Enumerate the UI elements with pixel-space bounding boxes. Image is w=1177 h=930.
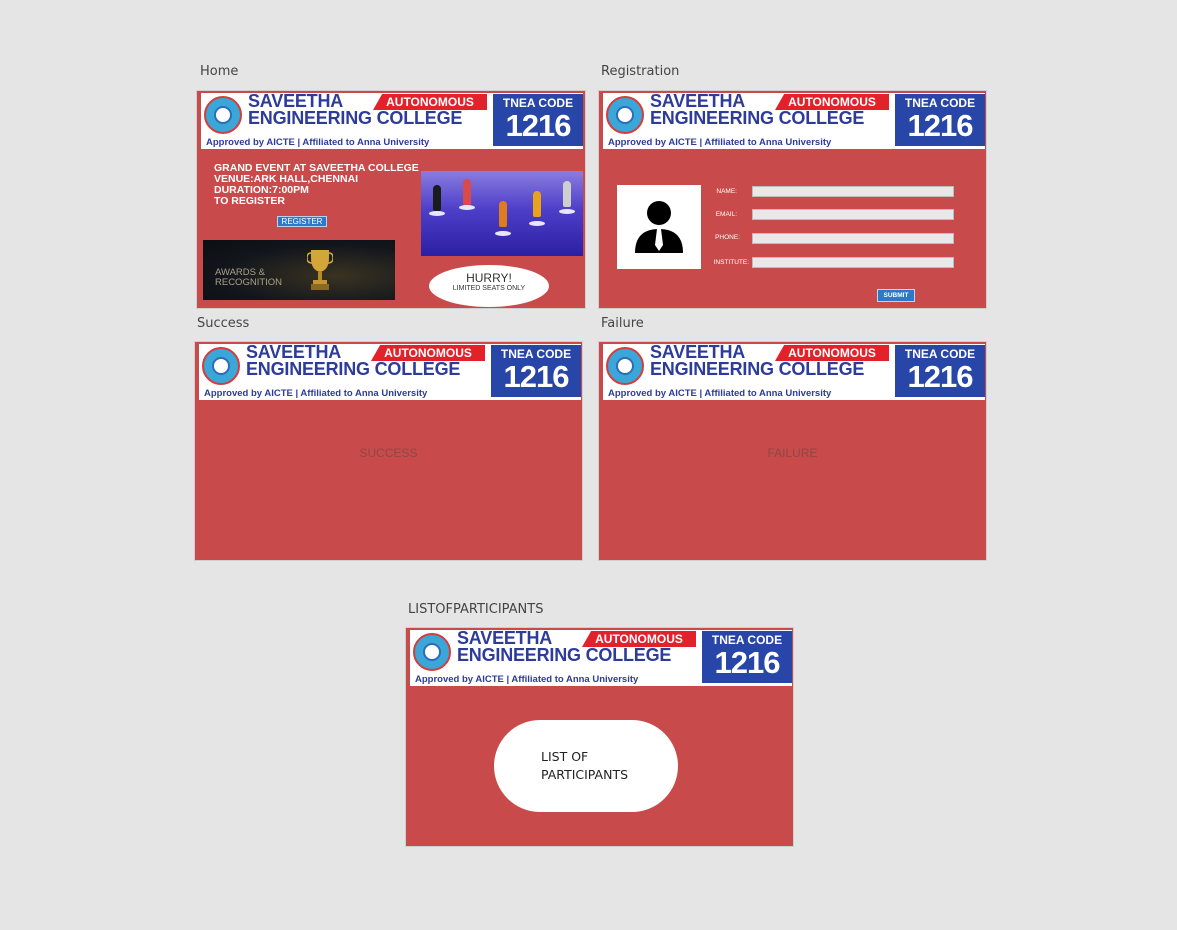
phone-field[interactable] — [752, 233, 954, 244]
name-label: NAME: — [716, 188, 737, 195]
college-seal-icon — [204, 96, 242, 134]
autonomous-badge: AUTONOMOUS — [775, 94, 889, 110]
frame-label-success: Success — [197, 316, 250, 331]
frame-success[interactable]: SAVEETHA ENGINEERING COLLEGE AUTONOMOUS A… — [194, 341, 583, 561]
college-banner: SAVEETHA ENGINEERING COLLEGE AUTONOMOUS A… — [199, 343, 581, 400]
trophy-icon — [307, 250, 333, 290]
college-banner: SAVEETHA ENGINEERING COLLEGE AUTONOMOUS A… — [201, 92, 583, 149]
email-field[interactable] — [752, 209, 954, 220]
participants-button-line1: LIST OF — [541, 749, 589, 764]
institute-field[interactable] — [752, 257, 954, 268]
tnea-code-badge: TNEA CODE 1216 — [491, 345, 581, 397]
frame-participants[interactable]: SAVEETHA ENGINEERING COLLEGE AUTONOMOUS A… — [405, 627, 794, 847]
college-seal-icon — [606, 347, 644, 385]
college-banner: SAVEETHA ENGINEERING COLLEGE AUTONOMOUS A… — [410, 629, 792, 686]
college-seal-icon — [606, 96, 644, 134]
frame-label-home: Home — [200, 64, 239, 79]
college-seal-icon — [413, 633, 451, 671]
approval-text: Approved by AICTE | Affiliated to Anna U… — [204, 388, 428, 399]
failure-message: FAILURE — [767, 446, 818, 460]
autonomous-badge: AUTONOMOUS — [371, 345, 485, 361]
frame-label-participants: LISTOFPARTICIPANTS — [408, 602, 544, 617]
college-banner: SAVEETHA ENGINEERING COLLEGE AUTONOMOUS A… — [603, 92, 985, 149]
college-seal-icon — [202, 347, 240, 385]
approval-text: Approved by AICTE | Affiliated to Anna U… — [608, 137, 832, 148]
awards-text: AWARDS & RECOGNITION — [215, 267, 283, 288]
approval-text: Approved by AICTE | Affiliated to Anna U… — [415, 674, 639, 685]
approval-text: Approved by AICTE | Affiliated to Anna U… — [206, 137, 430, 148]
frame-registration[interactable]: SAVEETHA ENGINEERING COLLEGE AUTONOMOUS A… — [598, 90, 987, 309]
participants-button-line2: PARTICIPANTS — [541, 767, 629, 782]
autonomous-badge: AUTONOMOUS — [775, 345, 889, 361]
tnea-code-badge: TNEA CODE 1216 — [895, 94, 985, 146]
frame-label-registration: Registration — [601, 64, 680, 79]
institute-label: INSTITUTE: — [713, 259, 749, 266]
submit-button[interactable]: SUBMIT — [877, 289, 915, 302]
frame-label-failure: Failure — [601, 316, 644, 331]
college-banner: SAVEETHA ENGINEERING COLLEGE AUTONOMOUS A… — [603, 343, 985, 400]
autonomous-badge: AUTONOMOUS — [373, 94, 487, 110]
name-field[interactable] — [752, 186, 954, 197]
event-details: GRAND EVENT AT SAVEETHA COLLEGE VENUE:AR… — [214, 162, 419, 207]
frame-failure[interactable]: SAVEETHA ENGINEERING COLLEGE AUTONOMOUS A… — [598, 341, 987, 561]
autonomous-badge: AUTONOMOUS — [582, 631, 696, 647]
phone-label: PHONE: — [715, 234, 740, 241]
user-silhouette-icon — [617, 185, 701, 269]
hurry-bubble: HURRY! LIMITED SEATS ONLY — [429, 265, 549, 307]
awards-image: AWARDS & RECOGNITION — [203, 240, 395, 300]
register-button[interactable]: REGISTER — [277, 216, 327, 227]
approval-text: Approved by AICTE | Affiliated to Anna U… — [608, 388, 832, 399]
tnea-code-badge: TNEA CODE 1216 — [702, 631, 792, 683]
list-of-participants-button[interactable]: LIST OF PARTICIPANTS — [494, 720, 678, 812]
tnea-code-badge: TNEA CODE 1216 — [895, 345, 985, 397]
dancers-image — [421, 171, 583, 256]
success-message: SUCCESS — [359, 446, 418, 460]
email-label: EMAIL: — [715, 211, 737, 218]
frame-home[interactable]: SAVEETHA ENGINEERING COLLEGE AUTONOMOUS A… — [196, 90, 586, 309]
tnea-code-badge: TNEA CODE 1216 — [493, 94, 583, 146]
